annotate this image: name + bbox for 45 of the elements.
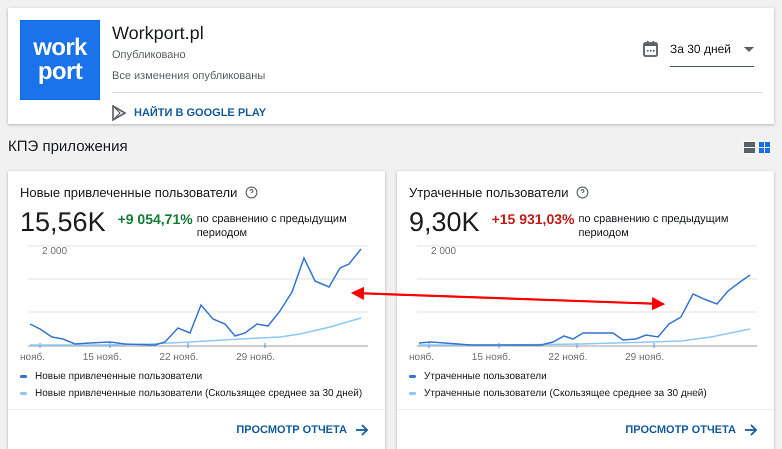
legend-label: Новые привлеченные пользователи (Скользящее среднее за 30 дней) bbox=[35, 387, 362, 401]
comparison-text: по сравнению с предыдущим периодом bbox=[196, 212, 348, 240]
axis-label: 15 нояб. bbox=[82, 351, 122, 365]
axis-label: 2 000 bbox=[42, 245, 68, 259]
axis-label: 15 нояб. bbox=[472, 351, 511, 365]
grid-view-icon[interactable] bbox=[759, 142, 770, 153]
legend-swatch-icon bbox=[20, 375, 27, 378]
caret-icon bbox=[744, 46, 754, 52]
google-play-link[interactable]: НАЙТИ В GOOGLE PLAY bbox=[112, 105, 266, 122]
metric-change: +15 931,03% bbox=[492, 212, 574, 226]
legend-label: Утраченные пользователи (Скользящее среднее за 30 дней) bbox=[424, 387, 707, 401]
legend-swatch-icon bbox=[20, 392, 27, 395]
view-report-button[interactable]: ПРОСМОТР ОТЧЕТА bbox=[625, 422, 758, 438]
list-view-icon[interactable] bbox=[744, 142, 755, 153]
calendar-icon bbox=[643, 41, 658, 57]
axis-label: нояб. bbox=[409, 351, 434, 365]
card-title: Новые привлеченные пользователи bbox=[20, 184, 238, 202]
axis-label: 22 нояб. bbox=[548, 351, 588, 365]
period-dropdown[interactable]: За 30 дней bbox=[670, 40, 754, 67]
help-icon[interactable] bbox=[245, 186, 258, 199]
axis-label: нояб. bbox=[20, 351, 46, 365]
legend-label: Новые привлеченные пользователи bbox=[35, 370, 202, 384]
arrow-right-icon bbox=[744, 424, 758, 436]
arrow-right-icon bbox=[355, 424, 369, 436]
legend-swatch-icon bbox=[409, 375, 416, 378]
play-store-icon bbox=[112, 105, 126, 122]
axis-label: 22 нояб. bbox=[159, 351, 198, 365]
publish-status: Опубликовано bbox=[112, 48, 187, 63]
metric-value: 9,30K bbox=[409, 206, 480, 238]
metric-value: 15,56K bbox=[20, 206, 106, 238]
logo-text: port bbox=[38, 60, 82, 84]
axis-label: 29 нояб. bbox=[625, 351, 664, 365]
legend-swatch-icon bbox=[409, 392, 416, 395]
legend-label: Утраченные пользователи bbox=[424, 370, 547, 384]
metric-change: +9 054,71% bbox=[118, 212, 193, 226]
app-name: Workport.pl bbox=[112, 22, 205, 45]
card-title: Утраченные пользователи bbox=[409, 184, 568, 202]
axis-label: 29 нояб. bbox=[236, 351, 275, 365]
view-report-button[interactable]: ПРОСМОТР ОТЧЕТА bbox=[236, 422, 369, 438]
section-title: КПЭ приложения bbox=[8, 137, 128, 157]
help-icon[interactable] bbox=[576, 186, 590, 199]
comparison-text: по сравнению с предыдущим периодом bbox=[578, 212, 730, 240]
logo-text: work bbox=[33, 36, 87, 60]
changes-status: Все изменения опубликованы bbox=[112, 68, 266, 84]
axis-label: 2 000 bbox=[431, 245, 456, 259]
